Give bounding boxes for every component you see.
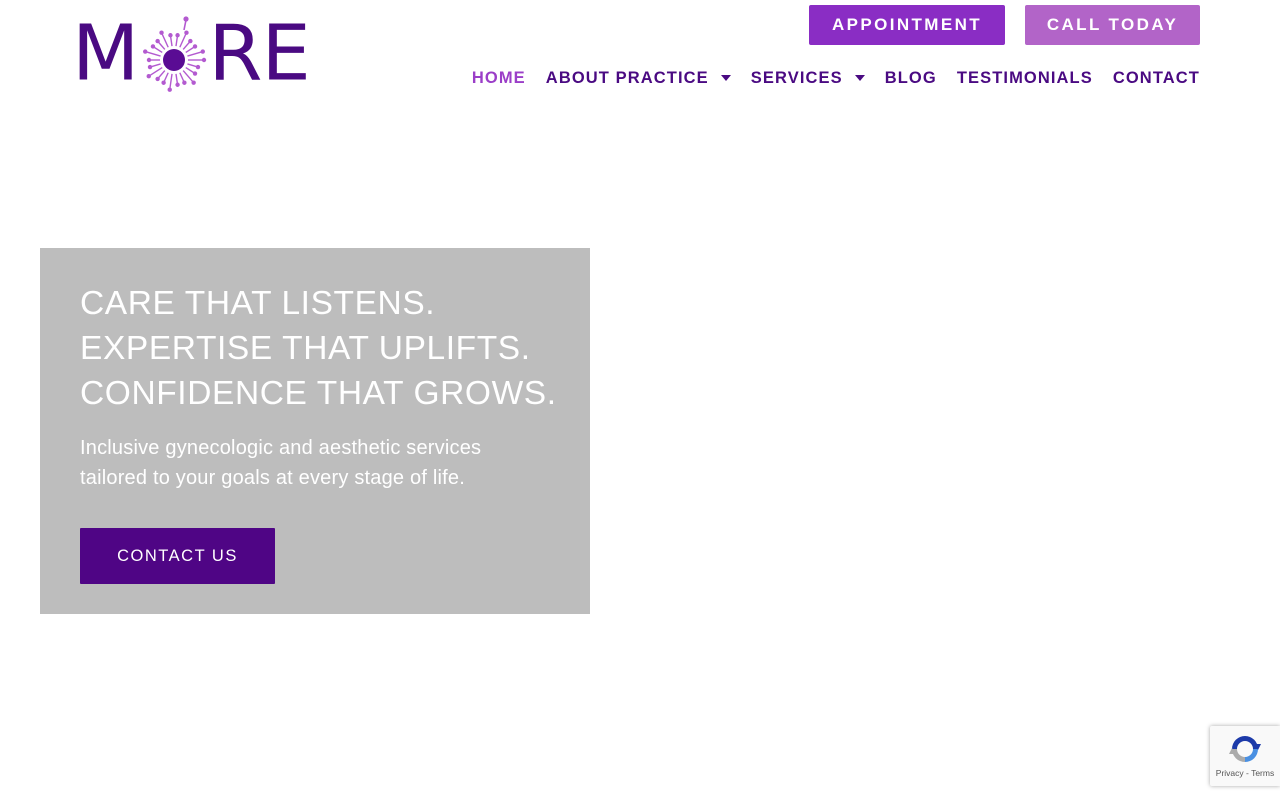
call-today-button[interactable]: CALL TODAY [1025,5,1200,45]
nav-item-services[interactable]: SERVICES [751,69,865,88]
nav-item-contact[interactable]: CONTACT [1113,69,1200,88]
hero-panel: CARE THAT LISTENS. EXPERTISE THAT UPLIFT… [40,248,590,614]
nav-item-about-practice[interactable]: ABOUT PRACTICE [546,69,731,88]
contact-us-button[interactable]: CONTACT US [80,528,275,584]
chevron-down-icon[interactable] [854,75,865,81]
logo-flower-icon [140,14,208,94]
hero-title-line: EXPERTISE THAT UPLIFTS. [80,330,531,367]
nav-item-testimonials[interactable]: TESTIMONIALS [957,69,1093,88]
recaptcha-icon [1229,736,1261,762]
nav-item-blog[interactable]: BLOG [885,69,937,88]
hero-title-line: CONFIDENCE THAT GROWS. [80,375,557,412]
page: M R E APPOINTMENT CALL TODAY HOME ABOUT … [0,0,1280,800]
logo-letter-r: R [208,9,262,99]
main-nav: HOME ABOUT PRACTICE SERVICES BLOG TESTIM… [472,66,1200,90]
nav-item-home[interactable]: HOME [472,69,526,88]
more-logo[interactable]: M R E [72,12,311,96]
nav-item-label: ABOUT PRACTICE [545,68,709,87]
logo-letter-m: M [72,9,139,99]
hero-title-line: CARE THAT LISTENS. [80,285,436,322]
hero-subtitle: Inclusive gynecologic and aesthetic serv… [80,437,482,489]
nav-item-label: SERVICES [750,68,843,87]
appointment-button[interactable]: APPOINTMENT [809,5,1005,45]
nav-item-label: BLOG [884,68,937,87]
chevron-down-icon[interactable] [720,75,731,81]
recaptcha-badge[interactable]: Privacy - Terms [1210,726,1280,786]
hero-title: CARE THAT LISTENS. EXPERTISE THAT UPLIFT… [80,281,580,416]
nav-item-label: TESTIMONIALS [956,68,1093,87]
nav-item-label: CONTACT [1112,68,1200,87]
logo-wordmark: M R E [72,9,311,99]
recaptcha-links[interactable]: Privacy - Terms [1216,768,1274,778]
logo-letter-e: E [261,9,311,99]
nav-item-label: HOME [471,68,526,87]
